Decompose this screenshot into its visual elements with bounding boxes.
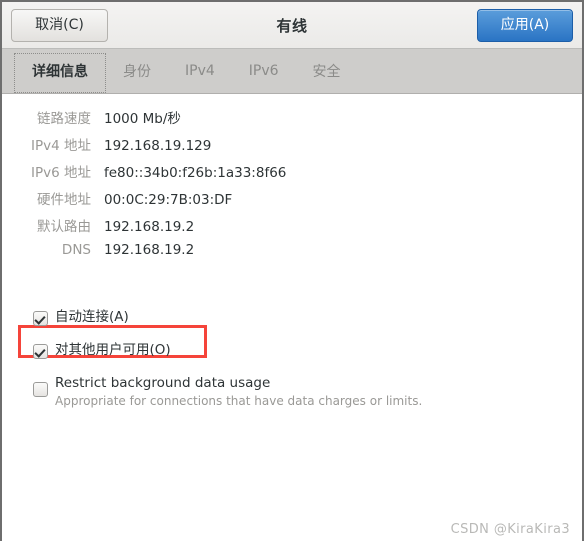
option-texts-autoconnect: 自动连接(A) — [55, 309, 129, 326]
tab-ipv6[interactable]: IPv6 — [232, 49, 296, 93]
option-texts-restrict-background-data: Restrict background data usage Appropria… — [55, 375, 422, 409]
option-row-autoconnect[interactable]: 自动连接(A) — [33, 309, 533, 326]
option-label-autoconnect: 自动连接(A) — [55, 309, 129, 325]
tab-ipv4-label: IPv4 — [185, 63, 215, 79]
tab-bar: 详细信息 身份 IPv4 IPv6 安全 — [2, 49, 582, 97]
detail-row-dns: DNS 192.168.19.2 — [2, 242, 582, 269]
option-label-restrict-background-data: Restrict background data usage — [55, 375, 271, 391]
checkbox-restrict-background-data[interactable] — [33, 382, 48, 397]
detail-value-link-speed: 1000 Mb/秒 — [104, 111, 181, 127]
connection-options-list: 自动连接(A) 对其他用户可用(O) Restrict background d… — [33, 309, 533, 425]
detail-label-default-route: 默认路由 — [37, 219, 91, 235]
tab-details-label: 详细信息 — [32, 64, 88, 80]
detail-row-ipv6-address: IPv6 地址 fe80::34b0:f26b:1a33:8f66 — [2, 161, 582, 188]
option-texts-available-to-others: 对其他用户可用(O) — [55, 342, 171, 359]
detail-value-hardware-address: 00:0C:29:7B:03:DF — [104, 192, 233, 208]
detail-value-ipv4-address: 192.168.19.129 — [104, 138, 212, 154]
detail-value-ipv6-address: fe80::34b0:f26b:1a33:8f66 — [104, 165, 287, 181]
details-panel: 链路速度 1000 Mb/秒 IPv4 地址 192.168.19.129 IP… — [2, 94, 582, 541]
tab-identity-label: 身份 — [123, 64, 151, 80]
detail-value-dns: 192.168.19.2 — [104, 242, 195, 258]
detail-label-dns: DNS — [61, 242, 91, 258]
connection-details-list: 链路速度 1000 Mb/秒 IPv4 地址 192.168.19.129 IP… — [2, 107, 582, 269]
option-label-available-to-others: 对其他用户可用(O) — [55, 342, 171, 358]
network-settings-dialog: 取消(C) 有线 应用(A) 详细信息 身份 IPv4 IPv6 安全 链路速度… — [0, 0, 584, 541]
watermark-text: CSDN @KiraKira3 — [450, 522, 570, 537]
apply-button[interactable]: 应用(A) — [477, 9, 573, 42]
option-row-restrict-background-data[interactable]: Restrict background data usage Appropria… — [33, 375, 533, 409]
detail-row-ipv4-address: IPv4 地址 192.168.19.129 — [2, 134, 582, 161]
checkbox-autoconnect[interactable] — [33, 311, 48, 326]
detail-label-hardware-address: 硬件地址 — [37, 192, 91, 208]
tab-security-label: 安全 — [312, 64, 341, 80]
detail-label-ipv6-address: IPv6 地址 — [31, 165, 91, 181]
dialog-header: 取消(C) 有线 应用(A) — [2, 2, 582, 49]
detail-value-default-route: 192.168.19.2 — [104, 219, 195, 235]
option-row-available-to-others[interactable]: 对其他用户可用(O) — [33, 342, 533, 359]
tab-ipv6-label: IPv6 — [248, 63, 279, 79]
detail-label-link-speed: 链路速度 — [37, 111, 91, 127]
tab-security[interactable]: 安全 — [296, 49, 358, 93]
detail-row-hardware-address: 硬件地址 00:0C:29:7B:03:DF — [2, 188, 582, 215]
tab-details[interactable]: 详细信息 — [14, 53, 106, 97]
detail-row-link-speed: 链路速度 1000 Mb/秒 — [2, 107, 582, 134]
detail-row-default-route: 默认路由 192.168.19.2 — [2, 215, 582, 242]
tab-ipv4[interactable]: IPv4 — [168, 49, 232, 93]
checkbox-available-to-others[interactable] — [33, 344, 48, 359]
tab-identity[interactable]: 身份 — [106, 49, 168, 93]
detail-label-ipv4-address: IPv4 地址 — [31, 138, 91, 154]
option-description-restrict-background-data: Appropriate for connections that have da… — [55, 394, 423, 408]
